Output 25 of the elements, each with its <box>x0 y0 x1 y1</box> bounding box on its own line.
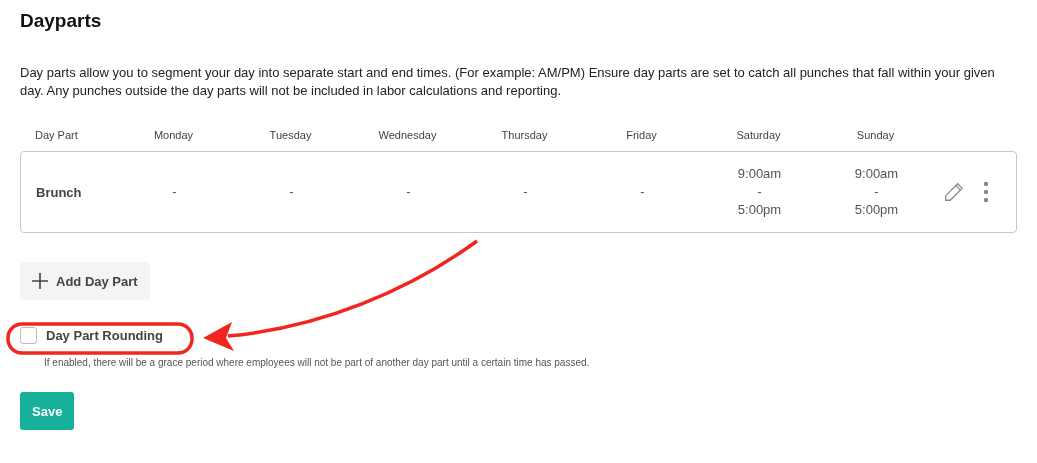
time-text: - <box>172 183 177 201</box>
time-text: - <box>289 183 294 201</box>
time-text: 9:00am <box>737 165 782 183</box>
description-text: Day parts allow you to segment your day into separate start and end times. (For example: AM/PM) Ensure day parts are set to catch all punches that fall within your given day. Any punches outside the day parts will not be included in labor calculations and reporting. <box>20 64 996 100</box>
column-header: Tuesday <box>268 129 313 141</box>
time-text: 5:00pm <box>854 201 899 219</box>
time-text: 5:00pm <box>737 201 782 219</box>
column-header: Day Part <box>35 129 79 141</box>
time-text: - <box>523 183 528 201</box>
column-header: Sunday <box>855 129 896 141</box>
column-header: Thursday <box>500 129 549 141</box>
help-text: If enabled, there will be a grace period where employees will not be part of another day part until a certain time has passed. <box>44 357 591 368</box>
column-header: Monday <box>152 129 195 141</box>
daypart-name: Brunch <box>36 184 83 200</box>
page-title: Dayparts <box>20 10 103 33</box>
time-text: - <box>406 183 411 201</box>
column-header: Friday <box>625 129 658 141</box>
column-header: Wednesday <box>377 129 438 141</box>
time-text: - <box>874 183 879 201</box>
add-day-part-button[interactable]: Add Day Part <box>20 262 150 300</box>
time-text: - <box>757 183 762 201</box>
time-text: 9:00am <box>854 165 899 183</box>
checkbox-label: Day Part Rounding <box>46 328 163 343</box>
time-text: - <box>640 183 645 201</box>
column-header: Saturday <box>735 129 782 141</box>
